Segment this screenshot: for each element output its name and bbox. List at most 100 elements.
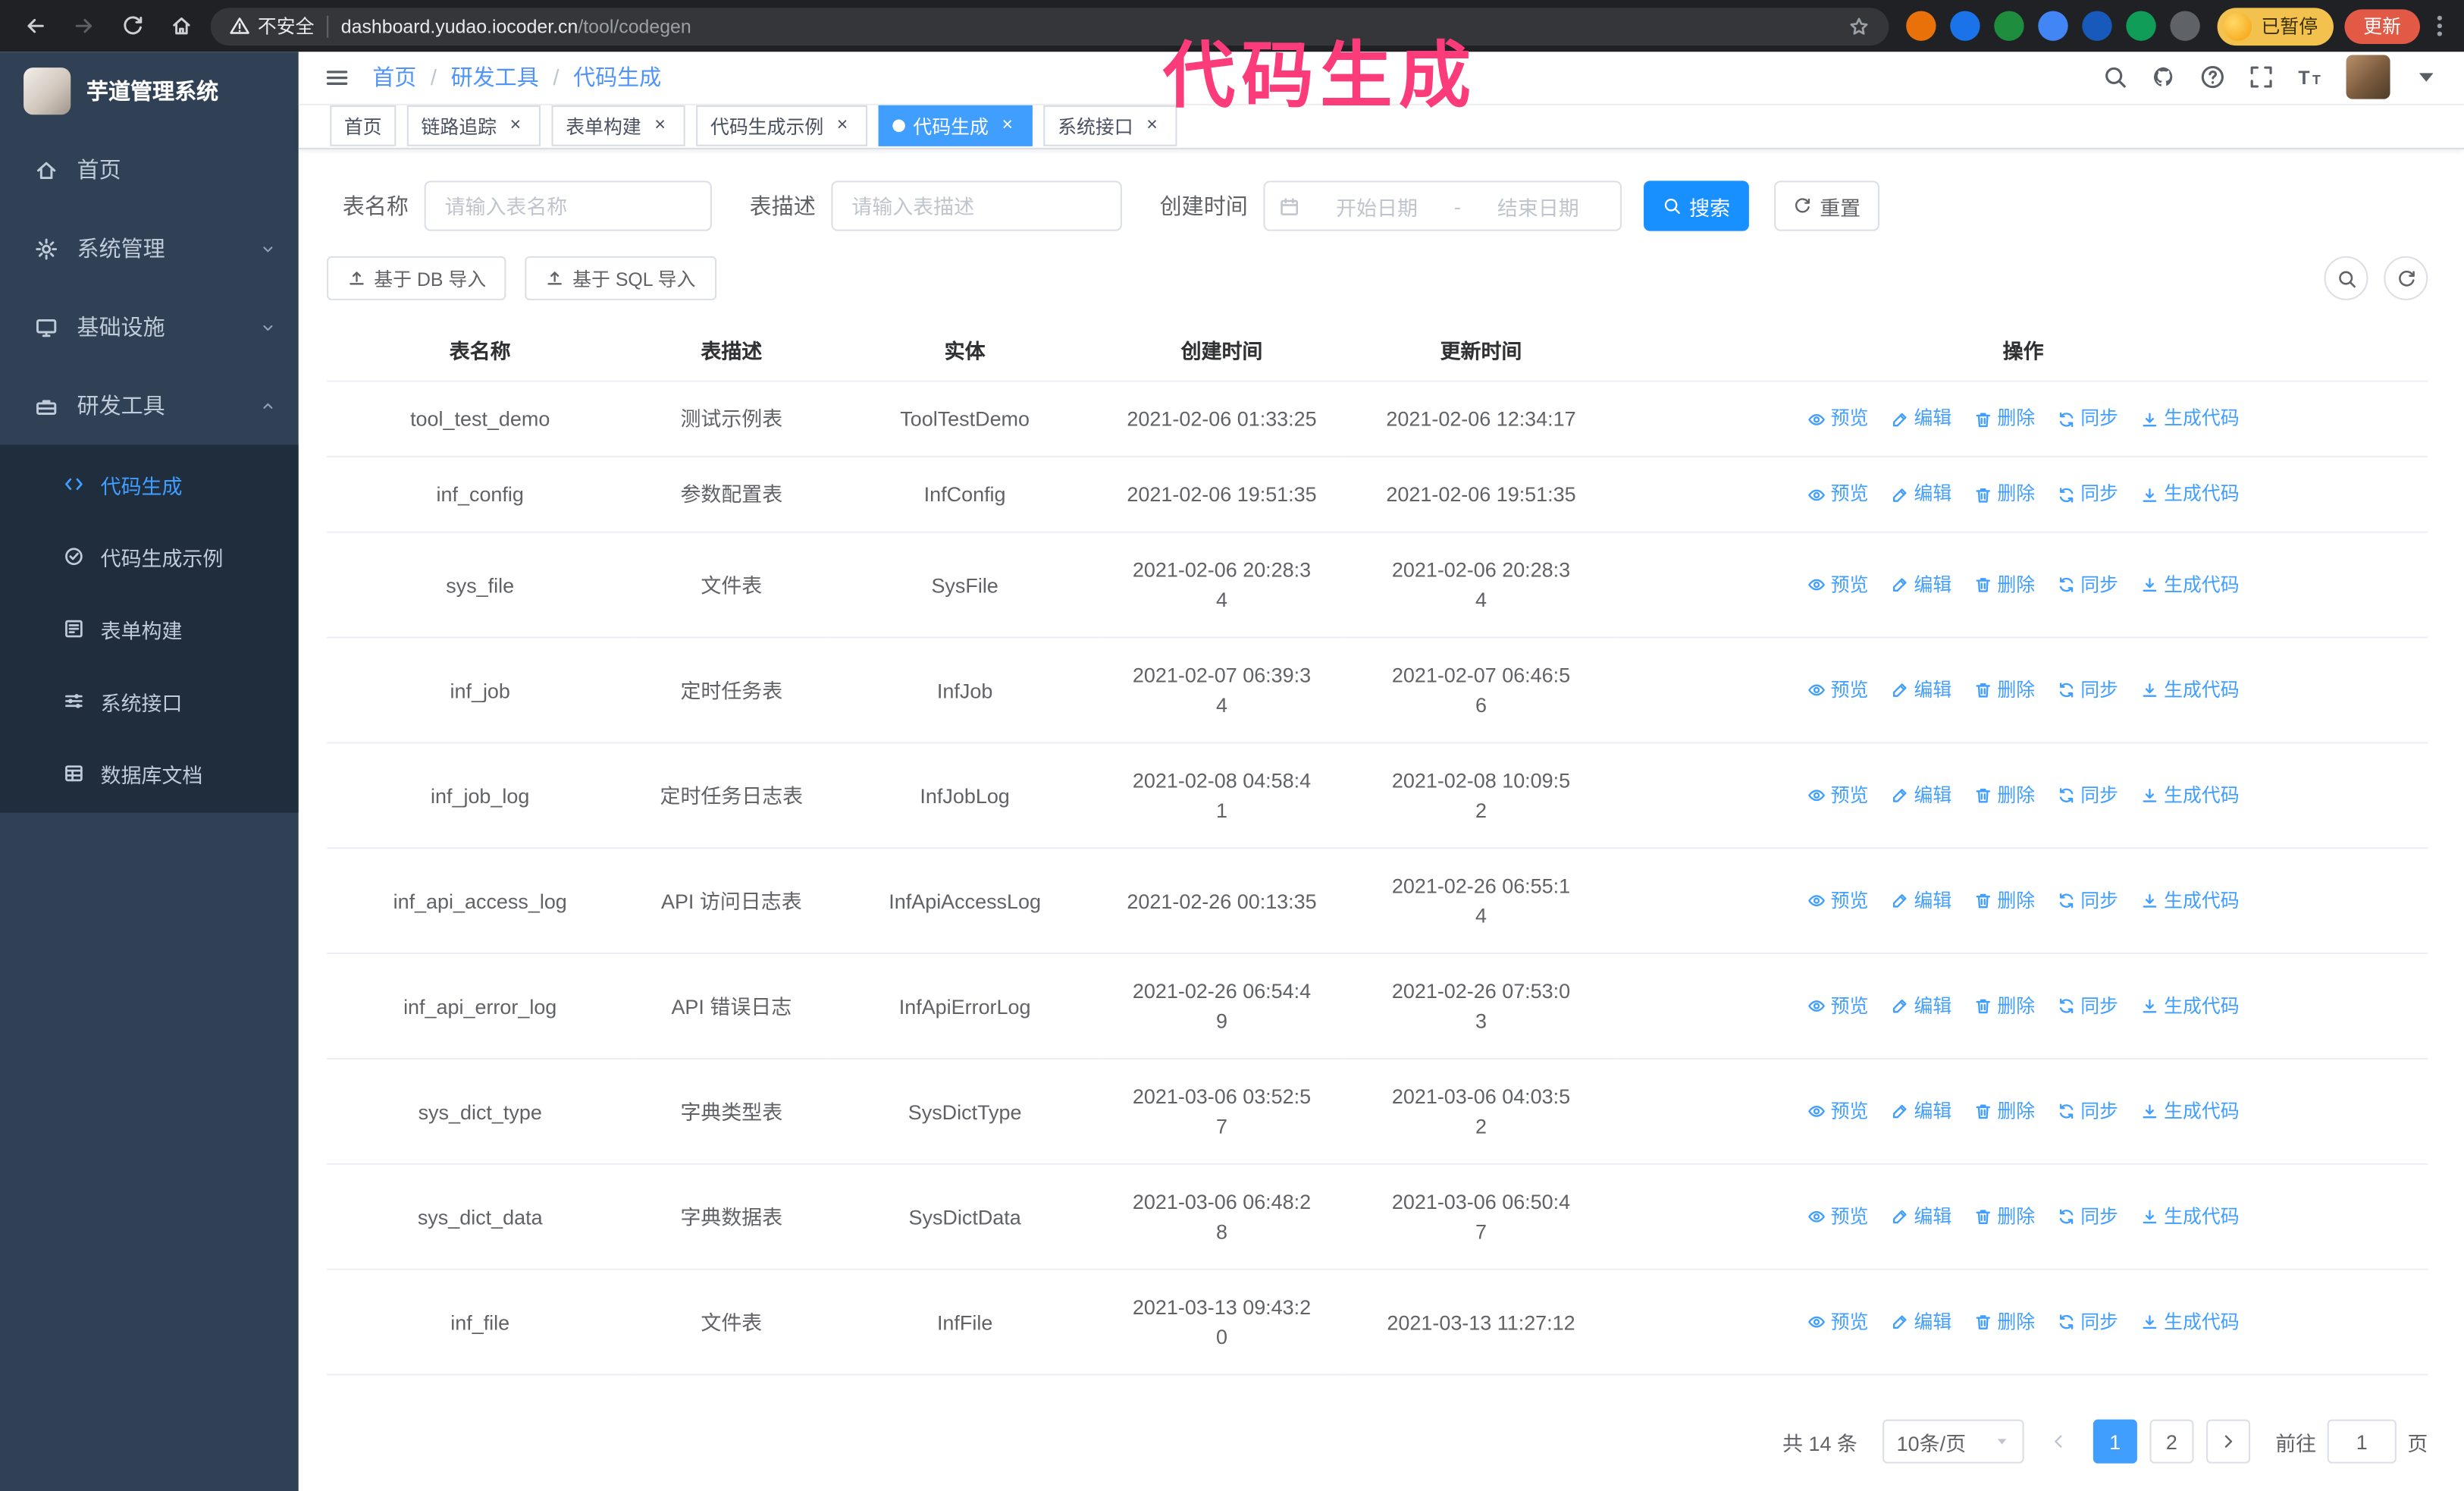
close-icon[interactable]: × — [504, 115, 526, 137]
row-action-download[interactable]: 生成代码 — [2140, 570, 2240, 599]
row-action-trash[interactable]: 删除 — [1973, 479, 2035, 509]
next-page-button[interactable] — [2206, 1419, 2251, 1464]
row-action-download[interactable]: 生成代码 — [2140, 675, 2240, 705]
close-icon[interactable]: × — [1141, 115, 1163, 137]
row-action-edit[interactable]: 编辑 — [1890, 1097, 1951, 1126]
page-number-1[interactable]: 1 — [2093, 1419, 2137, 1464]
tab-form-builder[interactable]: 表单构建 × — [551, 105, 685, 147]
reset-button[interactable]: 重置 — [1774, 180, 1880, 231]
tab-codegen-example[interactable]: 代码生成示例 × — [696, 105, 868, 147]
row-action-edit[interactable]: 编辑 — [1890, 404, 1951, 434]
help-icon[interactable] — [2200, 64, 2225, 89]
row-action-trash[interactable]: 删除 — [1973, 1097, 2035, 1126]
toolbar-refresh-button[interactable] — [2384, 256, 2428, 300]
sidebar-subitem-codegen-example[interactable]: 代码生成示例 — [0, 520, 299, 592]
extension-icon-7[interactable] — [2170, 11, 2200, 41]
row-action-sync[interactable]: 同步 — [2057, 479, 2118, 509]
row-action-download[interactable]: 生成代码 — [2140, 1202, 2240, 1232]
row-action-eye[interactable]: 预览 — [1807, 1202, 1868, 1232]
row-action-trash[interactable]: 删除 — [1973, 570, 2035, 599]
row-action-edit[interactable]: 编辑 — [1890, 479, 1951, 509]
breadcrumb-dev-tools[interactable]: 研发工具 — [451, 61, 539, 93]
sidebar-item-home[interactable]: 首页 — [0, 130, 299, 209]
row-action-download[interactable]: 生成代码 — [2140, 991, 2240, 1021]
sidebar-subitem-form-builder[interactable]: 表单构建 — [0, 592, 299, 664]
tab-codegen[interactable]: 代码生成 × — [878, 105, 1033, 147]
tab-system-api[interactable]: 系统接口 × — [1043, 105, 1177, 147]
row-action-eye[interactable]: 预览 — [1807, 404, 1868, 434]
user-avatar[interactable] — [2346, 55, 2390, 100]
search-button[interactable]: 搜索 — [1644, 180, 1749, 231]
breadcrumb-home[interactable]: 首页 — [372, 61, 416, 93]
github-icon[interactable] — [2152, 64, 2177, 89]
row-action-trash[interactable]: 删除 — [1973, 991, 2035, 1021]
fullscreen-icon[interactable] — [2249, 64, 2274, 89]
row-action-trash[interactable]: 删除 — [1973, 1307, 2035, 1336]
row-action-sync[interactable]: 同步 — [2057, 675, 2118, 705]
date-range-picker[interactable]: 开始日期 - 结束日期 — [1263, 180, 1622, 231]
sidebar-subitem-codegen[interactable]: 代码生成 — [0, 448, 299, 520]
row-action-sync[interactable]: 同步 — [2057, 1097, 2118, 1126]
sidebar-item-infrastructure[interactable]: 基础设施 — [0, 287, 299, 366]
extension-icon-1[interactable] — [1906, 11, 1936, 41]
row-action-download[interactable]: 生成代码 — [2140, 1307, 2240, 1336]
close-icon[interactable]: × — [649, 115, 671, 137]
row-action-trash[interactable]: 删除 — [1973, 780, 2035, 810]
browser-reload-button[interactable] — [113, 7, 151, 45]
row-action-sync[interactable]: 同步 — [2057, 570, 2118, 599]
extension-icon-2[interactable] — [1950, 11, 1980, 41]
close-icon[interactable]: × — [832, 115, 854, 137]
row-action-eye[interactable]: 预览 — [1807, 1307, 1868, 1336]
import-sql-button[interactable]: 基于 SQL 导入 — [525, 256, 716, 300]
row-action-edit[interactable]: 编辑 — [1890, 675, 1951, 705]
goto-page-input[interactable] — [2327, 1419, 2397, 1464]
prev-page-button[interactable] — [2036, 1420, 2080, 1464]
row-action-sync[interactable]: 同步 — [2057, 1202, 2118, 1232]
row-action-sync[interactable]: 同步 — [2057, 780, 2118, 810]
row-action-download[interactable]: 生成代码 — [2140, 1097, 2240, 1126]
sidebar-item-dev-tools[interactable]: 研发工具 — [0, 366, 299, 445]
extension-icon-6[interactable] — [2126, 11, 2156, 41]
profile-paused-badge[interactable]: 已暂停 — [2217, 7, 2334, 46]
row-action-edit[interactable]: 编辑 — [1890, 886, 1951, 915]
row-action-download[interactable]: 生成代码 — [2140, 479, 2240, 509]
row-action-eye[interactable]: 预览 — [1807, 570, 1868, 599]
browser-forward-button[interactable] — [64, 7, 102, 45]
table-name-input[interactable] — [424, 180, 712, 231]
extension-icon-4[interactable] — [2038, 11, 2068, 41]
row-action-trash[interactable]: 删除 — [1973, 886, 2035, 915]
row-action-edit[interactable]: 编辑 — [1890, 1307, 1951, 1336]
close-icon[interactable]: × — [996, 115, 1018, 137]
sidebar-subitem-db-docs[interactable]: 数据库文档 — [0, 737, 299, 809]
row-action-sync[interactable]: 同步 — [2057, 991, 2118, 1021]
page-size-select[interactable]: 10条/页 — [1882, 1419, 2024, 1464]
tab-trace[interactable]: 链路追踪 × — [406, 105, 541, 147]
security-indicator[interactable]: 不安全 — [230, 13, 315, 39]
row-action-edit[interactable]: 编辑 — [1890, 991, 1951, 1021]
page-number-2[interactable]: 2 — [2149, 1419, 2194, 1464]
toolbar-search-toggle[interactable] — [2324, 256, 2368, 300]
row-action-sync[interactable]: 同步 — [2057, 404, 2118, 434]
row-action-edit[interactable]: 编辑 — [1890, 570, 1951, 599]
url-bar[interactable]: 不安全 dashboard.yudao.iocoder.cn/tool/code… — [210, 7, 1889, 46]
sidebar-item-system-management[interactable]: 系统管理 — [0, 209, 299, 288]
extension-icon-5[interactable] — [2082, 11, 2112, 41]
sidebar-toggle[interactable] — [324, 64, 350, 90]
search-icon[interactable] — [2102, 64, 2127, 89]
row-action-trash[interactable]: 删除 — [1973, 675, 2035, 705]
row-action-eye[interactable]: 预览 — [1807, 991, 1868, 1021]
browser-home-button[interactable] — [161, 7, 199, 45]
row-action-eye[interactable]: 预览 — [1807, 780, 1868, 810]
row-action-edit[interactable]: 编辑 — [1890, 1202, 1951, 1232]
font-size-icon[interactable] — [2297, 64, 2322, 89]
table-desc-input[interactable] — [831, 180, 1122, 231]
row-action-sync[interactable]: 同步 — [2057, 886, 2118, 915]
row-action-download[interactable]: 生成代码 — [2140, 886, 2240, 915]
row-action-eye[interactable]: 预览 — [1807, 479, 1868, 509]
row-action-trash[interactable]: 删除 — [1973, 1202, 2035, 1232]
sidebar-subitem-system-api[interactable]: 系统接口 — [0, 665, 299, 737]
browser-update-button[interactable]: 更新 — [2344, 8, 2420, 43]
row-action-download[interactable]: 生成代码 — [2140, 404, 2240, 434]
extension-icon-3[interactable] — [1994, 11, 2024, 41]
row-action-trash[interactable]: 删除 — [1973, 404, 2035, 434]
